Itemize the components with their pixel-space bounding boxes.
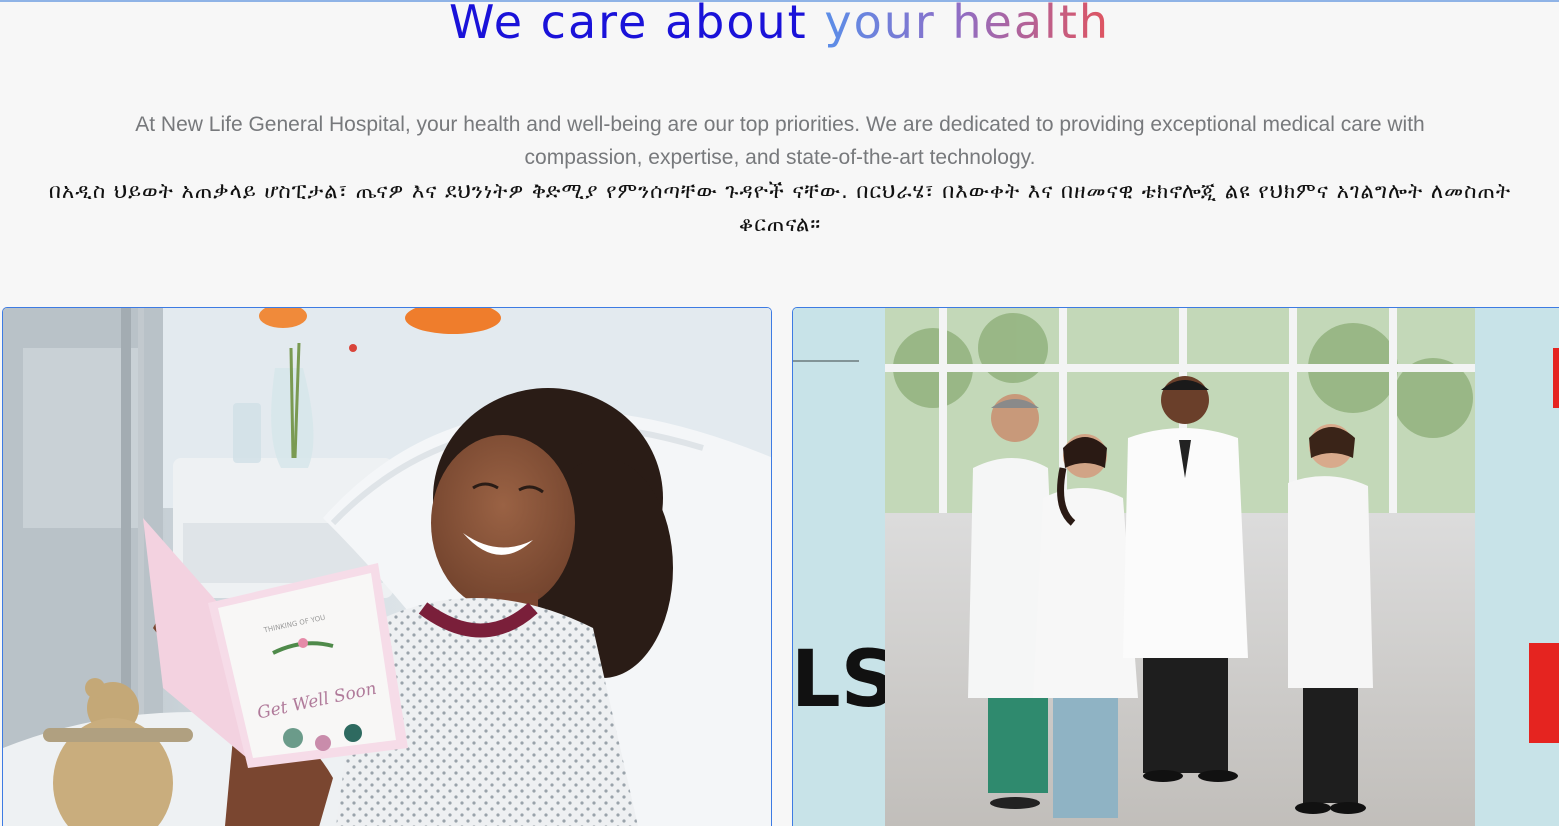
doctors-photo: LS bbox=[793, 308, 1559, 826]
patient-photo: THINKING OF YOU Get Well Soon bbox=[3, 308, 771, 826]
title-part-2: your health bbox=[824, 2, 1110, 49]
partial-logo-text: LS bbox=[793, 635, 897, 725]
patient-photo-card: THINKING OF YOU Get Well Soon bbox=[2, 307, 772, 826]
page-title: We care about your health bbox=[0, 0, 1559, 54]
title-part-1: We care about bbox=[448, 0, 808, 49]
intro-english: At New Life General Hospital, your healt… bbox=[135, 113, 1425, 169]
intro-amharic: በአዲስ ህይወት አጠቃላይ ሆስፒታል፣ ጤናዎ እና ደህንነትዎ ቅድሚ… bbox=[48, 179, 1512, 236]
page: We care about your health At New Life Ge… bbox=[0, 0, 1559, 826]
doctors-photo-card: LS bbox=[792, 307, 1559, 826]
